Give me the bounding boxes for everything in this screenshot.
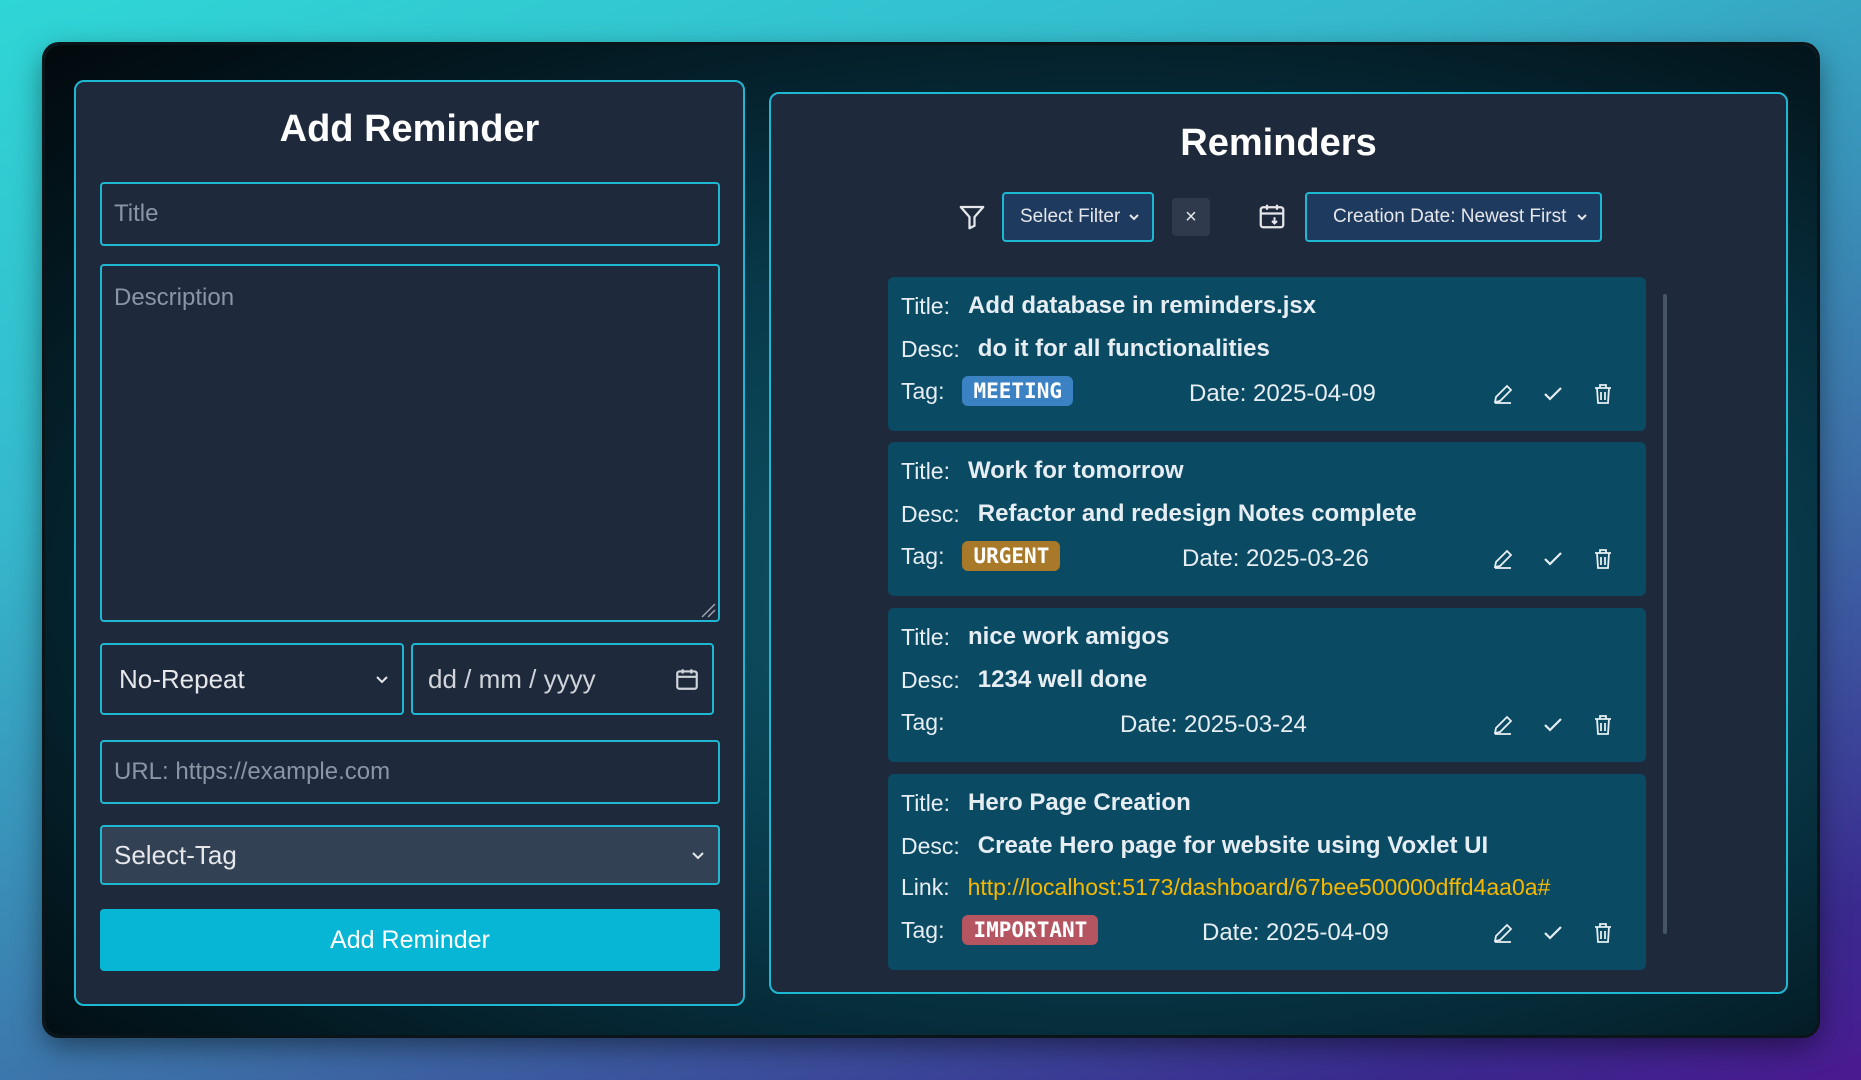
add-reminder-button[interactable]: Add Reminder <box>100 909 720 971</box>
date-input[interactable]: dd / mm / yyyy <box>411 643 714 715</box>
desc-label: Desc: <box>901 500 960 527</box>
reminder-date: Date: 2025-04-09 <box>1189 380 1376 407</box>
check-icon[interactable] <box>1540 546 1566 572</box>
reminder-title: Work for tomorrow <box>968 457 1184 484</box>
tag-select[interactable]: Select-Tag <box>100 825 720 885</box>
desc-label: Desc: <box>901 666 960 693</box>
description-placeholder: Description <box>114 284 235 311</box>
title-label: Title: <box>901 623 950 650</box>
edit-icon[interactable] <box>1490 546 1516 572</box>
filter-selected-value: Select Filter <box>1020 206 1121 227</box>
description-textarea[interactable]: Description <box>100 264 720 622</box>
reminders-toolbar: Select Filter × Creation Date: Newest Fi… <box>771 192 1786 242</box>
tag-badge: MEETING <box>962 376 1073 406</box>
reminder-desc: 1234 well done <box>977 666 1148 693</box>
chevron-down-icon <box>1129 214 1139 221</box>
clear-filter-button[interactable]: × <box>1172 198 1210 236</box>
url-input[interactable]: URL: https://example.com <box>100 740 720 804</box>
repeat-select[interactable]: No-Repeat <box>100 643 404 715</box>
title-input[interactable]: Title <box>100 182 720 246</box>
tag-label: Tag: <box>901 542 945 569</box>
tag-label: Tag: <box>901 709 945 735</box>
tag-badge: IMPORTANT <box>962 915 1099 945</box>
check-icon[interactable] <box>1540 381 1566 407</box>
tag-label: Tag: <box>901 916 945 943</box>
reminders-heading: Reminders <box>1180 122 1377 164</box>
reminder-date: Date: 2025-03-26 <box>1182 545 1369 572</box>
repeat-selected-value: No-Repeat <box>119 663 245 694</box>
desc-label: Desc: <box>901 832 960 859</box>
reminder-desc: do it for all functionalities <box>977 335 1270 362</box>
resize-handle-icon[interactable] <box>698 600 716 618</box>
add-reminder-heading: Add Reminder <box>279 108 540 150</box>
sort-selected-value: Creation Date: Newest First <box>1333 206 1567 227</box>
edit-icon[interactable] <box>1490 381 1516 407</box>
calendar-sort-icon[interactable] <box>1255 199 1289 233</box>
edit-icon[interactable] <box>1490 920 1516 946</box>
reminders-panel: Reminders Select Filter × Creation Date:… <box>769 92 1788 994</box>
desc-label: Desc: <box>901 335 960 362</box>
title-label: Title: <box>901 292 950 319</box>
filter-select[interactable]: Select Filter <box>1002 192 1154 242</box>
sort-select[interactable]: Creation Date: Newest First <box>1305 192 1602 242</box>
tag-selected-value: Select-Tag <box>114 839 237 870</box>
reminder-card: Title: nice work amigos Desc: 1234 well … <box>888 608 1646 762</box>
check-icon[interactable] <box>1540 920 1566 946</box>
add-reminder-panel: Add Reminder Title Description No-Repeat… <box>74 80 745 1006</box>
trash-icon[interactable] <box>1590 712 1616 738</box>
tag-label: Tag: <box>901 377 945 404</box>
title-placeholder: Title <box>114 200 159 227</box>
reminder-link[interactable]: http://localhost:5173/dashboard/67bee500… <box>968 874 1551 901</box>
list-scrollbar[interactable] <box>1663 294 1667 934</box>
edit-icon[interactable] <box>1490 712 1516 738</box>
reminder-card: Title: Add database in reminders.jsx Des… <box>888 277 1646 431</box>
chevron-down-icon <box>1577 214 1587 221</box>
tag-badge: URGENT <box>962 541 1061 571</box>
date-placeholder: dd / mm / yyyy <box>428 663 596 694</box>
trash-icon[interactable] <box>1590 381 1616 407</box>
reminder-date: Date: 2025-03-24 <box>1120 711 1307 738</box>
title-label: Title: <box>901 789 950 816</box>
reminder-title: nice work amigos <box>968 623 1170 650</box>
title-label: Title: <box>901 457 950 484</box>
chevron-down-icon <box>376 676 388 684</box>
reminder-desc: Refactor and redesign Notes complete <box>977 500 1417 527</box>
link-label: Link: <box>901 874 950 900</box>
trash-icon[interactable] <box>1590 920 1616 946</box>
reminder-title: Add database in reminders.jsx <box>968 292 1317 319</box>
reminder-card: Title: Hero Page Creation Desc: Create H… <box>888 774 1646 970</box>
chevron-down-icon <box>692 852 704 860</box>
reminder-card: Title: Work for tomorrow Desc: Refactor … <box>888 442 1646 596</box>
calendar-icon[interactable] <box>674 666 700 692</box>
filter-icon[interactable] <box>955 200 989 234</box>
check-icon[interactable] <box>1540 712 1566 738</box>
trash-icon[interactable] <box>1590 546 1616 572</box>
reminder-title: Hero Page Creation <box>968 789 1191 816</box>
url-placeholder: URL: https://example.com <box>114 758 391 785</box>
reminder-date: Date: 2025-04-09 <box>1202 919 1389 946</box>
reminder-desc: Create Hero page for website using Voxle… <box>977 832 1489 859</box>
